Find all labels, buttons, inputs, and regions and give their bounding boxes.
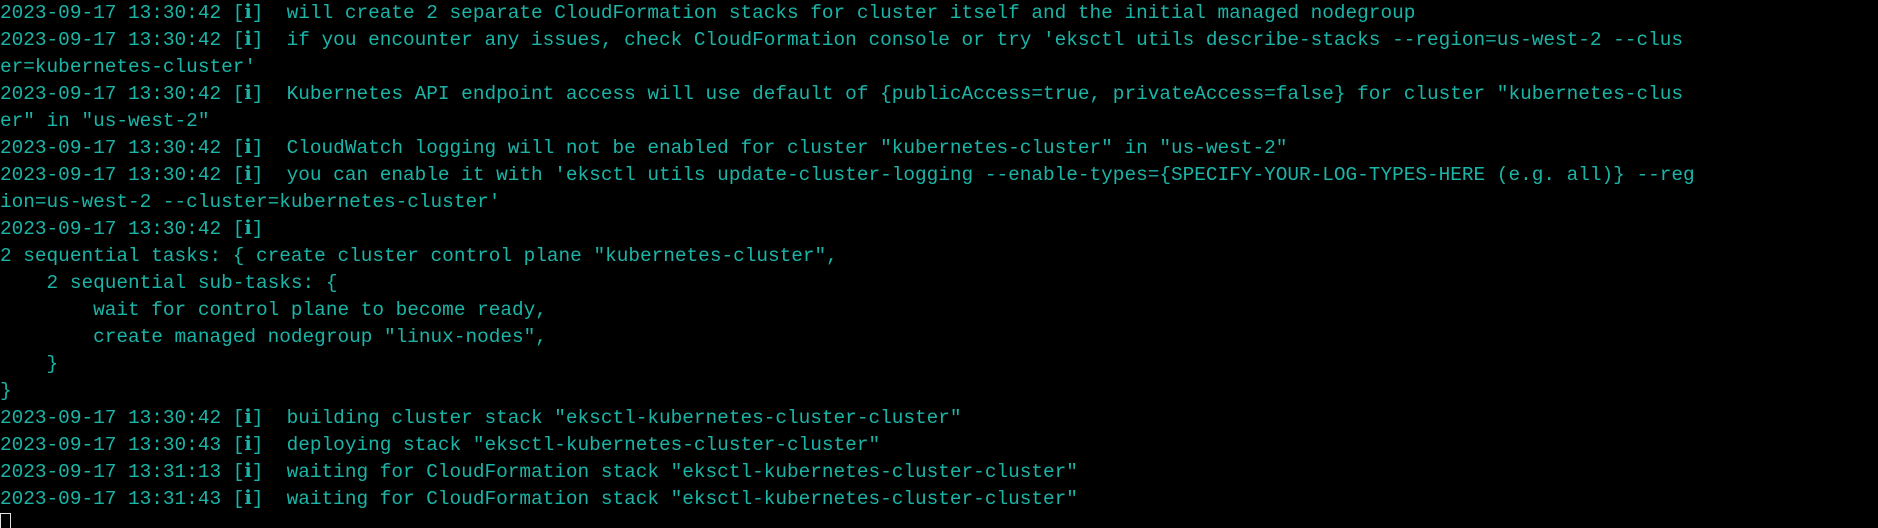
task-tree-line: 2 sequential tasks: { create cluster con… [0,245,838,267]
log-line: 2023-09-17 13:30:42 [ℹ] you can enable i… [0,164,1695,186]
task-tree-line: create managed nodegroup "linux-nodes", [0,326,547,348]
prompt-line[interactable] [0,513,1878,528]
log-line: 2023-09-17 13:30:42 [ℹ] Kubernetes API e… [0,83,1683,105]
log-line: 2023-09-17 13:30:42 [ℹ] will create 2 se… [0,2,1416,24]
log-line: 2023-09-17 13:31:13 [ℹ] waiting for Clou… [0,461,1078,483]
log-line: 2023-09-17 13:30:43 [ℹ] deploying stack … [0,434,881,456]
task-tree-line: } [0,353,59,375]
log-line-wrap: er" in "us-west-2" [0,110,210,132]
task-tree-line: 2 sequential sub-tasks: { [0,272,338,294]
log-line: 2023-09-17 13:30:42 [ℹ] [0,218,264,240]
log-line-wrap: ion=us-west-2 --cluster=kubernetes-clust… [0,191,501,213]
log-line-wrap: er=kubernetes-cluster' [0,56,256,78]
task-tree-line: } [0,380,12,402]
log-line: 2023-09-17 13:30:42 [ℹ] CloudWatch loggi… [0,137,1288,159]
log-line: 2023-09-17 13:30:42 [ℹ] building cluster… [0,407,962,429]
log-line: 2023-09-17 13:31:43 [ℹ] waiting for Clou… [0,488,1078,510]
log-line: 2023-09-17 13:30:42 [ℹ] if you encounter… [0,29,1683,51]
terminal-output[interactable]: 2023-09-17 13:30:42 [ℹ] will create 2 se… [0,0,1878,528]
terminal-cursor[interactable] [0,513,11,528]
task-tree-line: wait for control plane to become ready, [0,299,547,321]
